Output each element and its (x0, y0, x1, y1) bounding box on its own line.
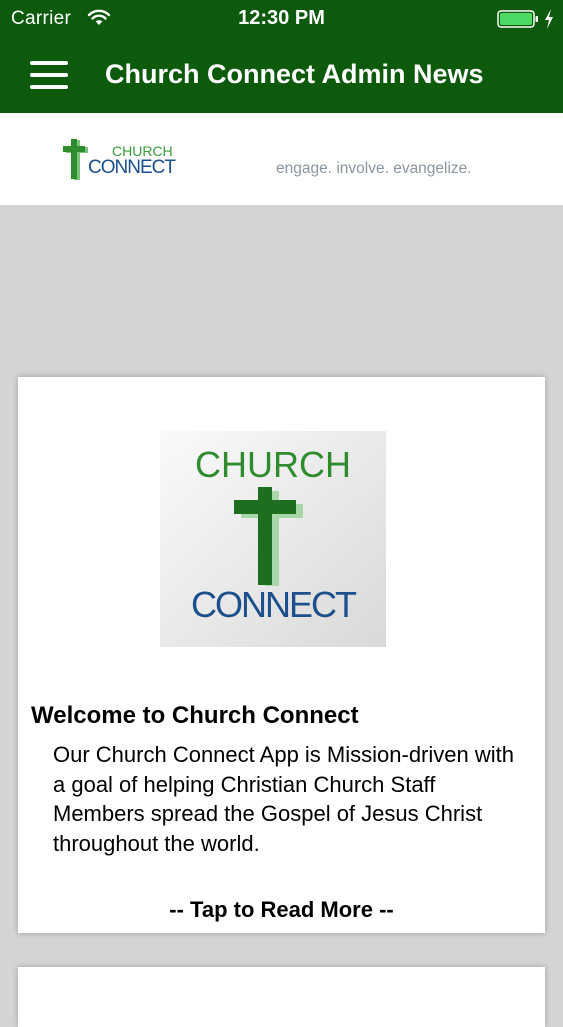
svg-text:CONNECT: CONNECT (191, 584, 357, 625)
status-bar: Carrier 12:30 PM (0, 0, 563, 38)
bolt-icon (545, 9, 553, 29)
news-title: Welcome to Church Connect (31, 702, 359, 729)
hamburger-menu-icon[interactable] (28, 58, 72, 94)
nav-bar: Church Connect Admin News (0, 38, 563, 113)
brand-banner: CHURCH CONNECT engage. involve. evangeli… (0, 113, 563, 205)
svg-text:CONNECT: CONNECT (88, 157, 176, 178)
church-connect-logo: CHURCH CONNECT (63, 139, 177, 180)
battery-icon (497, 10, 538, 28)
news-summary: Our Church Connect App is Mission-driven… (53, 742, 514, 856)
news-card-next[interactable] (18, 967, 545, 1027)
news-card[interactable]: CHURCH CONNECT Welcome to Church Connect… (18, 377, 545, 933)
status-time: 12:30 PM (238, 7, 325, 29)
read-more-link[interactable]: -- Tap to Read More -- (18, 897, 545, 923)
church-connect-logo-image: CHURCH CONNECT (160, 431, 386, 647)
svg-text:CHURCH: CHURCH (195, 444, 351, 485)
brand-tagline: engage. involve. evangelize. (276, 160, 472, 177)
app-header: Carrier 12:30 PM Church Connect Admin Ne… (0, 0, 563, 113)
page-title: Church Connect Admin News (105, 59, 484, 89)
